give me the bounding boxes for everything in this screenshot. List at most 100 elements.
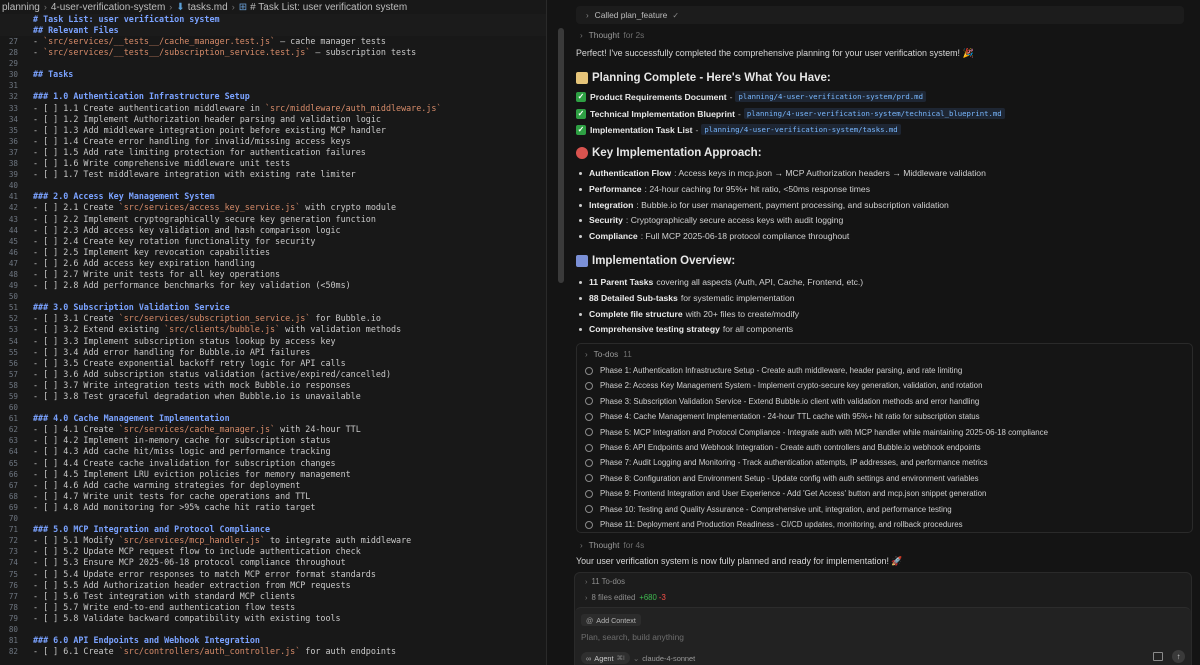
agent-mode-button[interactable]: ∞ Agent ⌘I xyxy=(581,652,630,664)
line-text: - [ ] 3.5 Create exponential backoff ret… xyxy=(33,357,346,368)
code-line[interactable]: 38 - [ ] 1.6 Write comprehensive middlewa… xyxy=(0,158,546,169)
code-line[interactable]: 37 - [ ] 1.5 Add rate limiting protection… xyxy=(0,147,546,158)
code-line[interactable]: 62 - [ ] 4.1 Create `src/services/cache_m… xyxy=(0,424,546,435)
code-line[interactable]: 65 - [ ] 4.4 Create cache invalidation fo… xyxy=(0,458,546,469)
code-line[interactable]: 64 - [ ] 4.3 Add cache hit/miss logic and… xyxy=(0,446,546,457)
code-line[interactable]: 40 xyxy=(0,180,546,191)
code-line[interactable]: 77 - [ ] 5.6 Test integration with standa… xyxy=(0,591,546,602)
code-line[interactable]: 51 ### 3.0 Subscription Validation Servic… xyxy=(0,302,546,313)
code-line[interactable]: 50 xyxy=(0,291,546,302)
breadcrumb-item-planning[interactable]: planning xyxy=(2,2,40,13)
code-line[interactable]: 73 - [ ] 5.2 Update MCP request flow to i… xyxy=(0,546,546,557)
todo-item[interactable]: Phase 1: Authentication Infrastructure S… xyxy=(585,366,962,375)
todo-item[interactable]: Phase 11: Deployment and Production Read… xyxy=(585,520,963,529)
breadcrumb-item-folder[interactable]: 4-user-verification-system xyxy=(51,2,165,13)
breadcrumb-item-symbol[interactable]: # Task List: user verification system xyxy=(250,2,407,13)
code-line[interactable]: 80 xyxy=(0,624,546,635)
code-line[interactable]: 82 - [ ] 6.1 Create `src/controllers/auth… xyxy=(0,646,546,657)
todos-summary-toggle[interactable]: › 11 To-dos xyxy=(585,577,625,586)
deliverable-path-link[interactable]: planning/4-user-verification-system/task… xyxy=(701,124,901,135)
code-line[interactable]: 72 - [ ] 5.1 Modify `src/services/mcp_han… xyxy=(0,535,546,546)
todo-item[interactable]: Phase 7: Audit Logging and Monitoring - … xyxy=(585,458,988,467)
code-line[interactable]: 74 - [ ] 5.3 Ensure MCP 2025-06-18 protoc… xyxy=(0,557,546,568)
code-line[interactable]: 30 ## Tasks xyxy=(0,69,546,80)
tool-call-chip[interactable]: › Called plan_feature ✓ xyxy=(576,6,1184,24)
todo-item[interactable]: Phase 8: Configuration and Environment S… xyxy=(585,474,979,483)
line-text: - [ ] 5.8 Validate backward compatibilit… xyxy=(33,612,341,623)
code-line[interactable]: 27 - `src/services/__tests__/cache_manage… xyxy=(0,36,546,47)
code-line[interactable]: 78 - [ ] 5.7 Write end-to-end authenticat… xyxy=(0,602,546,613)
code-line[interactable]: 48 - [ ] 2.7 Write unit tests for all key… xyxy=(0,269,546,280)
code-line[interactable]: 31 xyxy=(0,80,546,91)
deliverable-path-link[interactable]: planning/4-user-verification-system/prd.… xyxy=(735,91,926,102)
code-line[interactable]: 70 xyxy=(0,513,546,524)
composer-input-area[interactable]: @ Add Context ∞ Agent ⌘I ⌄ claude-4-sonn… xyxy=(575,607,1191,665)
code-line[interactable]: 68 - [ ] 4.7 Write unit tests for cache o… xyxy=(0,491,546,502)
send-button[interactable]: ↑ xyxy=(1172,650,1185,663)
code-line[interactable]: 81 ### 6.0 API Endpoints and Webhook Inte… xyxy=(0,635,546,646)
todo-item[interactable]: Phase 2: Access Key Management System - … xyxy=(585,381,982,390)
code-line[interactable]: 66 - [ ] 4.5 Implement LRU eviction polic… xyxy=(0,469,546,480)
editor-scrollbar-thumb[interactable] xyxy=(558,28,564,283)
code-line[interactable]: 63 - [ ] 4.2 Implement in-memory cache fo… xyxy=(0,435,546,446)
code-line[interactable]: 61 ### 4.0 Cache Management Implementatio… xyxy=(0,413,546,424)
code-line[interactable]: 67 - [ ] 4.6 Add cache warming strategies… xyxy=(0,480,546,491)
code-line[interactable]: 29 xyxy=(0,58,546,69)
code-line[interactable]: 55 - [ ] 3.4 Add error handling for Bubbl… xyxy=(0,347,546,358)
todo-item[interactable]: Phase 4: Cache Management Implementation… xyxy=(585,412,980,421)
sticky-scroll-header[interactable]: # Task List: user verification system ##… xyxy=(0,14,546,37)
thought-toggle[interactable]: › Thought for 2s xyxy=(580,30,644,40)
code-line[interactable]: 54 - [ ] 3.3 Implement subscription statu… xyxy=(0,336,546,347)
code-line[interactable]: 39 - [ ] 1.7 Test middleware integration … xyxy=(0,169,546,180)
image-attach-icon[interactable] xyxy=(1153,652,1163,661)
chevron-right-icon: › xyxy=(585,593,588,602)
editor-pane[interactable]: planning › 4-user-verification-system › … xyxy=(0,0,546,665)
thought-toggle[interactable]: › Thought for 4s xyxy=(580,540,644,550)
overview-item: 88 Detailed Sub-tasks for systematic impl… xyxy=(576,293,795,303)
code-line[interactable]: 45 - [ ] 2.4 Create key rotation function… xyxy=(0,236,546,247)
chat-input[interactable] xyxy=(581,630,1141,644)
code-line[interactable]: 52 - [ ] 3.1 Create `src/services/subscri… xyxy=(0,313,546,324)
todo-item[interactable]: Phase 5: MCP Integration and Protocol Co… xyxy=(585,428,1048,437)
todo-item[interactable]: Phase 6: API Endpoints and Webhook Integ… xyxy=(585,443,981,452)
code-line[interactable]: 56 - [ ] 3.5 Create exponential backoff r… xyxy=(0,358,546,369)
code-line[interactable]: 33 - [ ] 1.1 Create authentication middle… xyxy=(0,103,546,114)
code-line[interactable]: 69 - [ ] 4.8 Add monitoring for >95% cach… xyxy=(0,502,546,513)
add-context-button[interactable]: @ Add Context xyxy=(581,614,641,626)
code-line[interactable]: 75 - [ ] 5.4 Update error responses to ma… xyxy=(0,569,546,580)
code-line[interactable]: 34 - [ ] 1.2 Implement Authorization head… xyxy=(0,114,546,125)
code-line[interactable]: 32 ### 1.0 Authentication Infrastructure … xyxy=(0,91,546,102)
code-line[interactable]: 42 - [ ] 2.1 Create `src/services/access_… xyxy=(0,202,546,213)
code-line[interactable]: 44 - [ ] 2.3 Add access key validation an… xyxy=(0,225,546,236)
at-sign-icon: @ xyxy=(586,615,594,625)
code-line[interactable]: 43 - [ ] 2.2 Implement cryptographically … xyxy=(0,214,546,225)
deliverable-path-link[interactable]: planning/4-user-verification-system/tech… xyxy=(743,108,1005,119)
code-line[interactable]: 36 - [ ] 1.4 Create error handling for in… xyxy=(0,136,546,147)
code-line[interactable]: 41 ### 2.0 Access Key Management System xyxy=(0,191,546,202)
todo-item[interactable]: Phase 9: Frontend Integration and User E… xyxy=(585,489,986,498)
code-line[interactable]: 28 - `src/services/__tests__/subscription… xyxy=(0,47,546,58)
code-line[interactable]: 59 - [ ] 3.8 Test graceful degradation wh… xyxy=(0,391,546,402)
breadcrumb-item-file[interactable]: tasks.md xyxy=(188,2,228,13)
todo-item[interactable]: Phase 3: Subscription Validation Service… xyxy=(585,397,979,406)
code-line[interactable]: 35 - [ ] 1.3 Add middleware integration p… xyxy=(0,125,546,136)
pane-divider[interactable] xyxy=(546,0,547,665)
code-line[interactable]: 58 - [ ] 3.7 Write integration tests with… xyxy=(0,380,546,391)
line-number: 58 xyxy=(8,380,18,390)
code-body[interactable]: 27 - `src/services/__tests__/cache_manage… xyxy=(0,36,546,657)
code-line[interactable]: 46 - [ ] 2.5 Implement key revocation cap… xyxy=(0,247,546,258)
code-line[interactable]: 71 ### 5.0 MCP Integration and Protocol C… xyxy=(0,524,546,535)
code-line[interactable]: 53 - [ ] 3.2 Extend existing `src/clients… xyxy=(0,324,546,335)
code-line[interactable]: 79 - [ ] 5.8 Validate backward compatibil… xyxy=(0,613,546,624)
todo-text: Phase 1: Authentication Infrastructure S… xyxy=(600,366,963,375)
code-line[interactable]: 57 - [ ] 3.6 Add subscription status vali… xyxy=(0,369,546,380)
files-edited-toggle[interactable]: › 8 files edited +680 -3 xyxy=(585,593,666,602)
line-number: 32 xyxy=(8,92,18,102)
code-line[interactable]: 76 - [ ] 5.5 Add Authorization header ext… xyxy=(0,580,546,591)
model-selector[interactable]: ⌄ claude-4-sonnet xyxy=(633,652,695,664)
todo-header[interactable]: › To-dos 11 xyxy=(577,344,1192,364)
code-line[interactable]: 49 - [ ] 2.8 Add performance benchmarks f… xyxy=(0,280,546,291)
code-line[interactable]: 47 - [ ] 2.6 Add access key expiration ha… xyxy=(0,258,546,269)
code-line[interactable]: 60 xyxy=(0,402,546,413)
todo-item[interactable]: Phase 10: Testing and Quality Assurance … xyxy=(585,505,952,514)
